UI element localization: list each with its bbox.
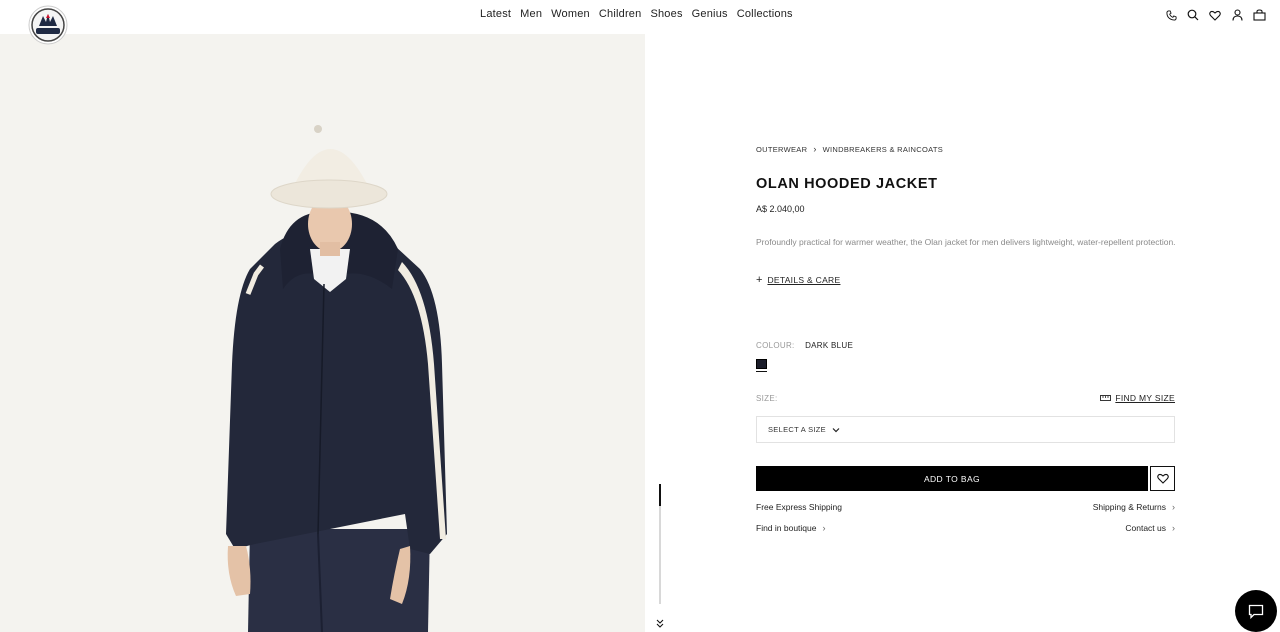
chat-icon: [1248, 604, 1264, 619]
swatch-selected-underline: [756, 371, 767, 372]
shipping-row: Free Express Shipping Shipping & Returns…: [756, 502, 1175, 512]
chat-button[interactable]: [1235, 590, 1277, 632]
heart-icon: [1156, 473, 1169, 484]
nav-women[interactable]: Women: [551, 8, 590, 20]
scroll-thumb[interactable]: [659, 484, 661, 506]
account-icon[interactable]: [1230, 8, 1244, 22]
find-my-size-link[interactable]: FIND MY SIZE: [1100, 393, 1175, 403]
nav-latest[interactable]: Latest: [480, 8, 511, 20]
breadcrumb-outerwear[interactable]: OUTERWEAR: [756, 145, 807, 154]
chevron-right-icon: ›: [822, 523, 826, 533]
product-price: A$ 2.040,00: [756, 204, 805, 214]
shipping-returns-label: Shipping & Returns: [1092, 502, 1166, 512]
search-icon[interactable]: [1186, 8, 1200, 22]
size-select[interactable]: SELECT A SIZE: [756, 416, 1175, 443]
main-nav: Latest Men Women Children Shoes Genius C…: [480, 8, 793, 20]
nav-shoes[interactable]: Shoes: [650, 8, 682, 20]
swatch-square: [756, 359, 767, 369]
chevron-down-icon: [832, 427, 840, 432]
nav-children[interactable]: Children: [599, 8, 642, 20]
phone-icon[interactable]: [1164, 8, 1178, 22]
scroll-down-icon[interactable]: [654, 617, 666, 629]
product-title: OLAN HOODED JACKET: [756, 176, 938, 192]
free-shipping-label: Free Express Shipping: [756, 502, 842, 512]
contact-us-link[interactable]: Contact us ›: [1125, 523, 1175, 533]
colour-row: COLOUR: DARK BLUE: [756, 341, 853, 350]
header-icons: [1164, 8, 1266, 22]
colour-value: DARK BLUE: [805, 341, 854, 350]
bag-icon[interactable]: [1252, 8, 1266, 22]
nav-genius[interactable]: Genius: [692, 8, 728, 20]
breadcrumb: OUTERWEAR › WINDBREAKERS & RAINCOATS: [756, 144, 943, 154]
plus-icon: +: [756, 274, 763, 286]
heart-icon[interactable]: [1208, 8, 1222, 22]
product-image[interactable]: [0, 34, 645, 632]
details-care-toggle[interactable]: + DETAILS & CARE: [756, 274, 840, 286]
contact-us-label: Contact us: [1125, 523, 1166, 533]
wishlist-button[interactable]: [1150, 466, 1175, 491]
chevron-right-icon: ›: [1172, 523, 1175, 533]
image-scroll-indicator[interactable]: [659, 484, 661, 604]
nav-men[interactable]: Men: [520, 8, 542, 20]
product-description: Profoundly practical for warmer weather,…: [756, 237, 1176, 247]
boutique-row: Find in boutique › Contact us ›: [756, 523, 1175, 533]
free-shipping-text: Free Express Shipping: [756, 502, 842, 512]
site-header: Latest Men Women Children Shoes Genius C…: [0, 0, 1280, 45]
find-my-size-label[interactable]: FIND MY SIZE: [1115, 393, 1175, 403]
moncler-logo[interactable]: [25, 4, 71, 46]
find-boutique-label: Find in boutique: [756, 523, 817, 533]
size-label: SIZE:: [756, 394, 778, 403]
shipping-returns-link[interactable]: Shipping & Returns ›: [1093, 502, 1175, 512]
breadcrumb-windbreakers[interactable]: WINDBREAKERS & RAINCOATS: [823, 145, 943, 154]
colour-swatch-dark-blue[interactable]: [756, 359, 767, 373]
ruler-icon: [1100, 395, 1112, 401]
details-care-link[interactable]: DETAILS & CARE: [767, 275, 840, 285]
nav-collections[interactable]: Collections: [737, 8, 793, 20]
colour-label: COLOUR:: [756, 341, 795, 350]
size-select-value: SELECT A SIZE: [768, 425, 826, 434]
model-illustration: [226, 125, 447, 632]
chevron-right-icon: ›: [1172, 502, 1175, 512]
find-boutique-link[interactable]: Find in boutique ›: [756, 523, 826, 533]
chevron-right-icon: ›: [813, 144, 817, 154]
add-to-bag-button[interactable]: ADD TO BAG: [756, 466, 1148, 491]
